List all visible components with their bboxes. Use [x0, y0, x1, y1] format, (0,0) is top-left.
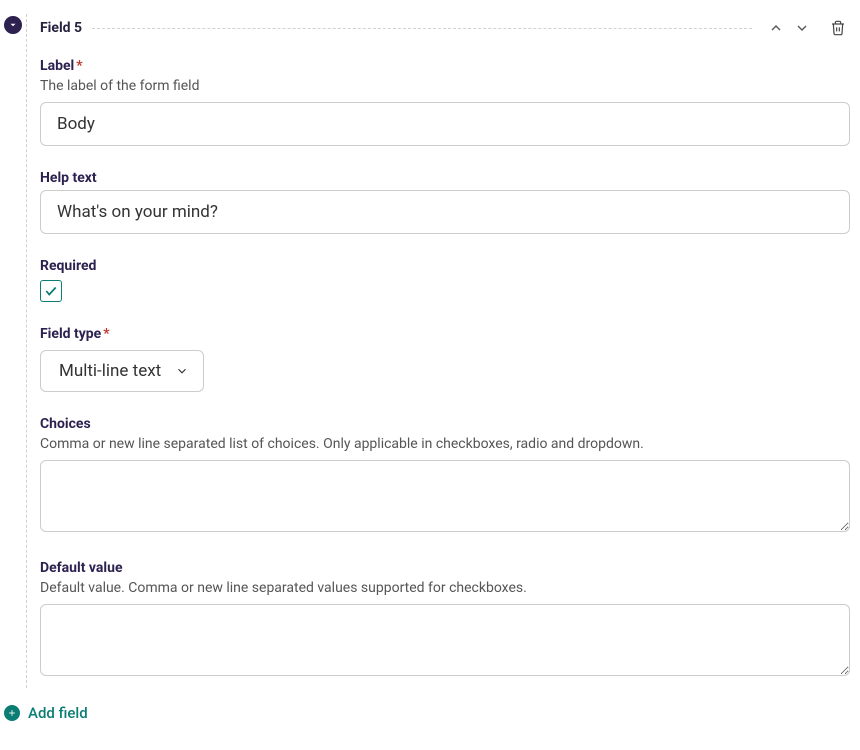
add-field-label: Add field	[28, 704, 88, 722]
fieldtype-value: Multi-line text	[59, 361, 161, 381]
fieldtype-row: Field type* Multi-line text	[40, 326, 850, 392]
field-block: Field 5 Label* The label of the	[4, 14, 850, 688]
field-header: Field 5	[40, 16, 850, 40]
chevron-down-icon	[8, 20, 18, 30]
defaultvalue-label: Default value	[40, 560, 850, 576]
move-down-button[interactable]	[790, 16, 814, 40]
helptext-label: Help text	[40, 170, 850, 186]
required-checkbox[interactable]	[40, 280, 62, 302]
helptext-row: Help text	[40, 170, 850, 234]
defaultvalue-row: Default value Default value. Comma or ne…	[40, 560, 850, 680]
left-gutter	[4, 14, 26, 688]
collapse-toggle[interactable]	[4, 16, 22, 34]
required-indicator: *	[103, 326, 109, 342]
tree-line	[26, 14, 27, 688]
fieldtype-label: Field type*	[40, 326, 850, 342]
defaultvalue-input[interactable]	[40, 604, 850, 676]
choices-label: Choices	[40, 416, 850, 432]
choices-input[interactable]	[40, 460, 850, 532]
fieldtype-select[interactable]: Multi-line text	[40, 350, 204, 392]
helptext-input[interactable]	[40, 190, 850, 234]
add-field-button[interactable]: Add field	[4, 704, 850, 722]
required-indicator: *	[76, 58, 82, 74]
move-up-button[interactable]	[764, 16, 788, 40]
delete-button[interactable]	[826, 16, 850, 40]
required-row: Required	[40, 258, 850, 302]
plus-icon	[7, 708, 17, 718]
defaultvalue-help: Default value. Comma or new line separat…	[40, 580, 850, 596]
field-title: Field 5	[40, 20, 82, 36]
choices-help: Comma or new line separated list of choi…	[40, 436, 850, 452]
chevron-down-icon	[794, 20, 810, 36]
label-help: The label of the form field	[40, 78, 850, 94]
check-icon	[44, 284, 58, 298]
header-divider	[92, 28, 752, 29]
field-content: Field 5 Label* The label of the	[40, 14, 850, 688]
label-label: Label*	[40, 58, 850, 74]
choices-row: Choices Comma or new line separated list…	[40, 416, 850, 536]
trash-icon	[830, 20, 846, 36]
label-input[interactable]	[40, 102, 850, 146]
chevron-down-icon	[175, 364, 189, 378]
chevron-up-icon	[768, 20, 784, 36]
label-row: Label* The label of the form field	[40, 58, 850, 146]
plus-icon-badge	[4, 705, 20, 721]
required-label: Required	[40, 258, 850, 274]
